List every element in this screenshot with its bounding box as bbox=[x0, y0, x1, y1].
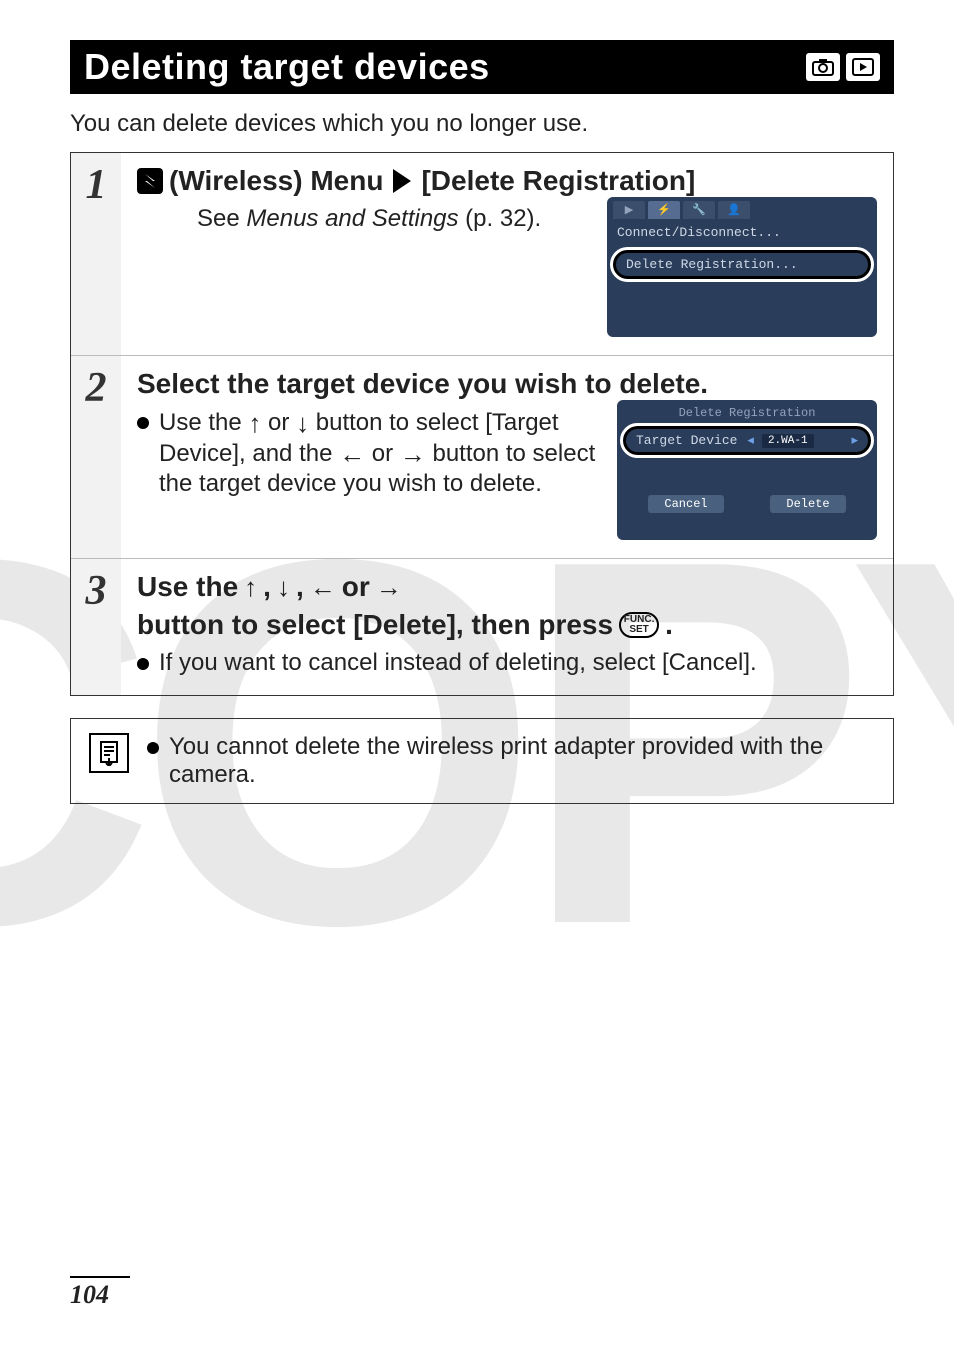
step-1: 1 (Wireless) Menu [Delete Registration] … bbox=[71, 153, 893, 355]
step-2: 2 Select the target device you wish to d… bbox=[71, 355, 893, 558]
step-2-number: 2 bbox=[71, 356, 121, 558]
wireless-icon bbox=[137, 168, 163, 194]
arrow-down-icon: ↓ bbox=[296, 408, 309, 438]
scr2-header: Delete Registration bbox=[617, 404, 877, 420]
arrow-left-icon: ← bbox=[310, 572, 336, 603]
func-set-button-icon: FUNC. SET bbox=[619, 612, 659, 638]
bullet-icon bbox=[147, 742, 159, 754]
scr2-right-caret-icon: ▸ bbox=[851, 433, 858, 448]
scr2-left-caret-icon: ◂ bbox=[747, 433, 754, 448]
arrow-up-icon: ↑ bbox=[244, 572, 257, 603]
scr2-delete-btn: Delete bbox=[770, 495, 845, 513]
step-2-bullet: Use the ↑ or ↓ button to select [Target … bbox=[159, 408, 599, 498]
section-title-bar: Deleting target devices bbox=[70, 40, 894, 94]
arrow-left-icon: ← bbox=[339, 439, 365, 469]
step-1-title-pre: (Wireless) Menu bbox=[169, 165, 383, 197]
scr-row-connect: Connect/Disconnect... bbox=[607, 221, 877, 244]
steps-container: 1 (Wireless) Menu [Delete Registration] … bbox=[70, 152, 894, 696]
step-3-bullet: If you want to cancel instead of deletin… bbox=[159, 649, 877, 677]
step-1-title: (Wireless) Menu [Delete Registration] bbox=[137, 165, 877, 197]
note-icon bbox=[89, 733, 129, 773]
step-1-number: 1 bbox=[71, 153, 121, 355]
mode-icons bbox=[806, 53, 880, 81]
scr-tab-user-icon: 👤 bbox=[718, 201, 750, 219]
playback-mode-icon bbox=[846, 53, 880, 81]
arrow-right-icon: → bbox=[400, 439, 426, 469]
scr2-cancel-btn: Cancel bbox=[648, 495, 723, 513]
scr-tab-wireless-icon: ⚡ bbox=[648, 201, 680, 219]
scr2-target-label: Target Device bbox=[636, 433, 737, 448]
arrow-down-icon: ↓ bbox=[277, 572, 290, 603]
scr2-target-row: Target Device ◂ 2.WA-1 ▸ bbox=[623, 426, 871, 455]
scr-row-delete-reg: Delete Registration... bbox=[613, 250, 871, 279]
step-3-number: 3 bbox=[71, 559, 121, 695]
step-1-sub: See Menus and Settings (p. 32). bbox=[197, 205, 589, 233]
note-text: You cannot delete the wireless print ada… bbox=[169, 733, 875, 789]
triangle-right-icon bbox=[393, 169, 411, 193]
arrow-up-icon: ↑ bbox=[248, 408, 261, 438]
intro-text: You can delete devices which you no long… bbox=[70, 110, 894, 138]
step-3-title: Use the ↑ , ↓ , ← or → button to select … bbox=[137, 571, 877, 641]
arrow-right-icon: → bbox=[376, 572, 402, 603]
step-2-title: Select the target device you wish to del… bbox=[137, 368, 877, 400]
scr2-target-value: 2.WA-1 bbox=[762, 434, 814, 448]
scr-tab-play-icon: ▶ bbox=[613, 201, 645, 219]
step-1-screenshot: ▶ ⚡ 🔧 👤 Connect/Disconnect... Delete Reg… bbox=[607, 197, 877, 337]
section-title: Deleting target devices bbox=[84, 46, 490, 88]
step-1-title-post: [Delete Registration] bbox=[421, 165, 695, 197]
step-2-screenshot: Delete Registration Target Device ◂ 2.WA… bbox=[617, 400, 877, 540]
step-3: 3 Use the ↑ , ↓ , ← or → button to selec… bbox=[71, 558, 893, 695]
scr-tab-setup-icon: 🔧 bbox=[683, 201, 715, 219]
note-box: You cannot delete the wireless print ada… bbox=[70, 718, 894, 804]
bullet-icon bbox=[137, 658, 149, 670]
camera-mode-icon bbox=[806, 53, 840, 81]
page-number: 104 bbox=[70, 1276, 130, 1310]
bullet-icon bbox=[137, 417, 149, 429]
